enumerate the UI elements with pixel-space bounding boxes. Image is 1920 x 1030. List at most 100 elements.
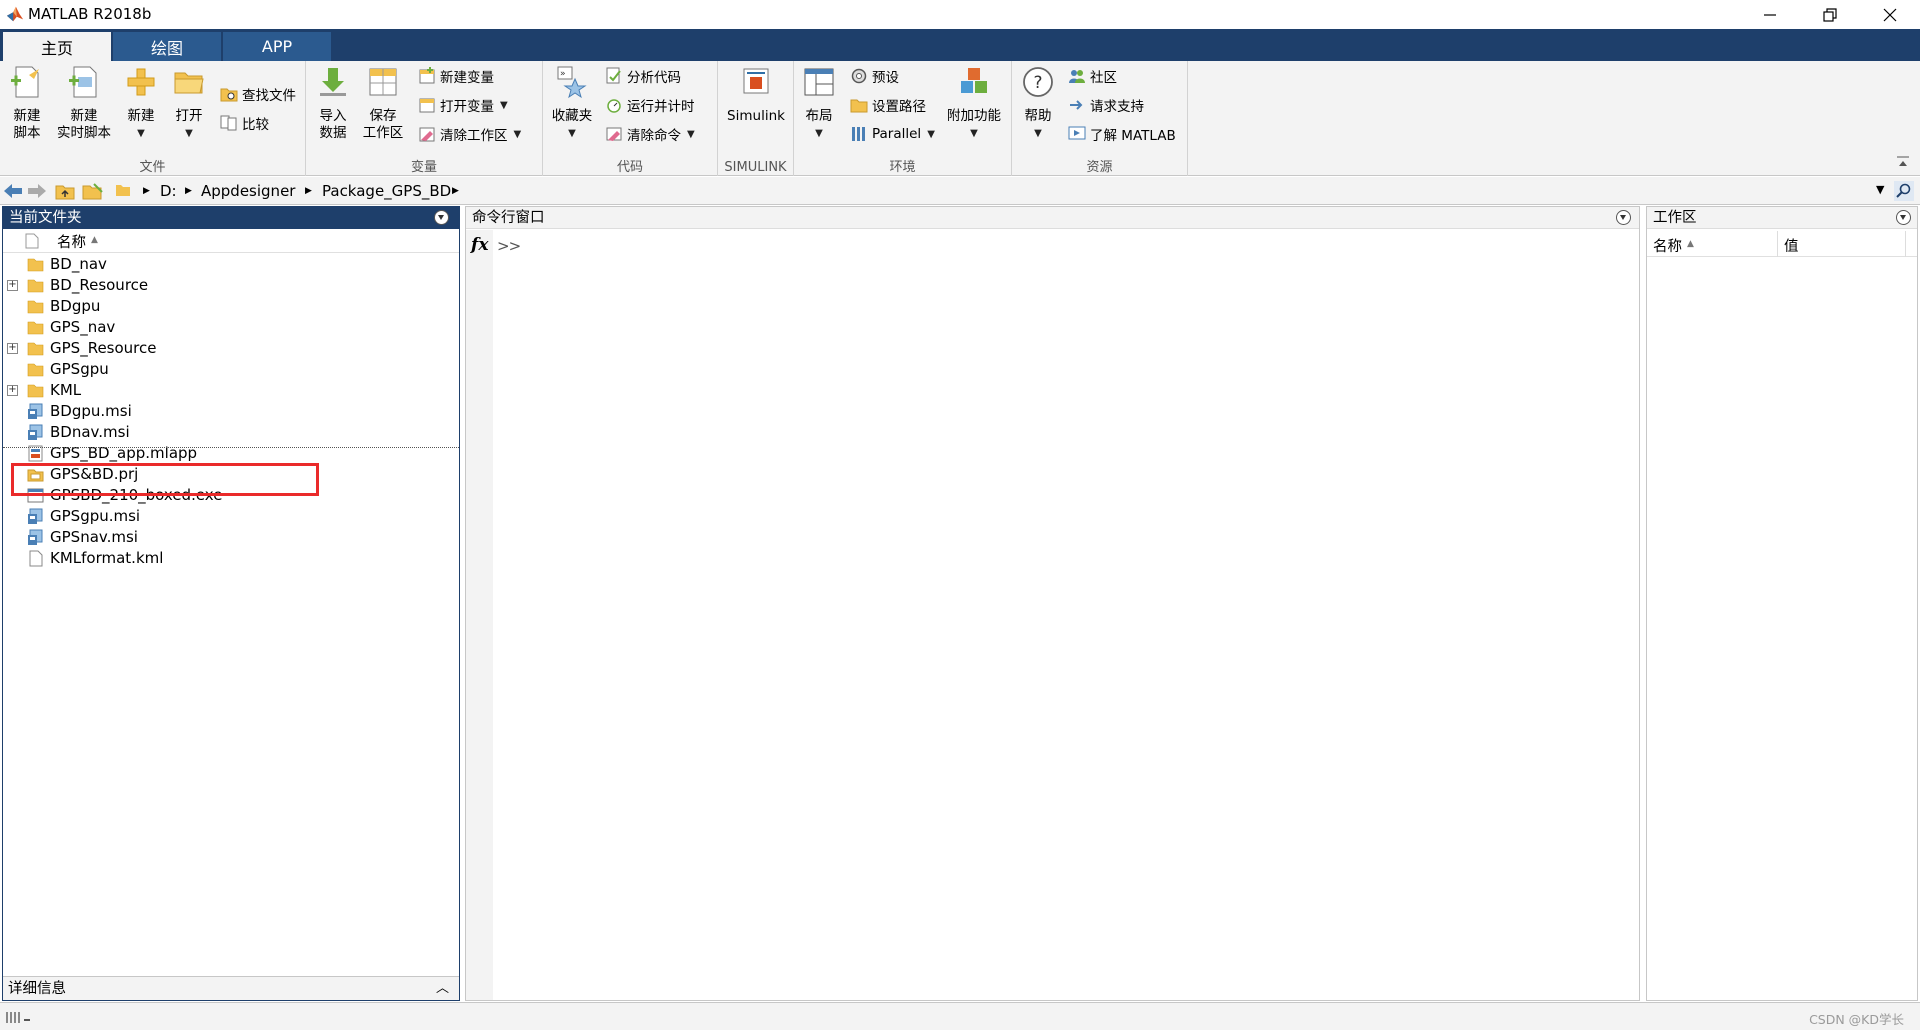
file-list-item[interactable]: + GPS_Resource [3,338,459,359]
file-list-item[interactable]: + BD_Resource [3,275,459,296]
tab-apps[interactable]: APP [223,32,331,61]
clear-commands-button[interactable]: 清除命令 ▼ [605,123,695,145]
minimize-button[interactable] [1740,0,1800,29]
clear-workspace-dropdown-icon[interactable]: ▼ [514,129,522,140]
parallel-button[interactable]: Parallel ▼ [850,123,935,145]
search-folder-icon[interactable] [1894,181,1914,201]
address-dropdown-icon[interactable]: ▼ [1876,183,1884,196]
ribbon-toolstrip: 新建 脚本 新建 实时脚本 新建 ▼ 打开 ▼ 查找文件 比较 文件 导入 数据… [0,61,1920,176]
new-live-script-icon [69,66,97,98]
expand-folder-icon[interactable]: + [7,343,18,354]
new-live-script-button[interactable]: 新建 实时脚本 [55,65,113,142]
new-button[interactable]: 新建 ▼ [120,65,162,142]
file-list-item[interactable]: GPSnav.msi [3,527,459,548]
clear-workspace-button[interactable]: 清除工作区 ▼ [418,123,521,145]
svg-text:?: ? [1033,73,1042,93]
file-list-item[interactable]: GPS_nav [3,317,459,338]
sort-ascending-icon[interactable]: ▲ [1687,239,1694,249]
new-script-label: 新建 脚本 [13,108,41,141]
breadcrumb-drive[interactable]: D: [160,182,177,200]
parallel-dropdown-icon[interactable]: ▼ [927,129,935,140]
analyze-code-button[interactable]: 分析代码 [605,65,681,87]
run-and-time-button[interactable]: 运行并计时 [605,94,695,116]
file-list-item[interactable]: BDgpu [3,296,459,317]
clear-commands-dropdown-icon[interactable]: ▼ [687,129,695,140]
close-button[interactable] [1860,0,1920,29]
help-button[interactable]: ? 帮助 ▼ [1018,65,1058,142]
save-workspace-button[interactable]: 保存 工作区 [360,65,406,142]
file-list-item[interactable]: KMLformat.kml [3,548,459,569]
forward-arrow-icon[interactable] [27,182,47,200]
expand-details-icon[interactable]: ︿ [436,977,449,1001]
new-variable-button[interactable]: 新建变量 [418,65,494,87]
restore-button[interactable] [1800,0,1860,29]
command-input-area[interactable] [516,233,1616,993]
window-title: MATLAB R2018b [28,5,152,23]
panel-actions-dropdown-icon[interactable] [434,210,449,225]
column-name-header[interactable]: 名称 [57,231,86,252]
title-bar: MATLAB R2018b [0,0,1920,29]
collapse-ribbon-icon[interactable] [1896,155,1910,169]
up-folder-icon[interactable] [55,181,75,201]
open-variable-button[interactable]: 打开变量 ▼ [418,94,508,116]
workspace-column-name[interactable]: 名称 [1653,235,1682,256]
folder-file-icon [27,382,44,399]
open-button[interactable]: 打开 ▼ [168,65,210,142]
help-question-icon: ? [1023,67,1053,97]
tab-plots[interactable]: 绘图 [113,32,221,61]
function-browser-icon[interactable]: fx [471,235,488,255]
file-list-item[interactable]: GPSgpu.msi [3,506,459,527]
new-script-button[interactable]: 新建 脚本 [6,65,48,142]
expand-folder-icon[interactable]: + [7,280,18,291]
file-list-item[interactable]: BD_nav [3,254,459,275]
sort-ascending-icon[interactable]: ▲ [91,235,98,245]
help-dropdown-icon[interactable]: ▼ [1018,125,1058,142]
set-path-icon [850,99,868,113]
tab-home[interactable]: 主页 [3,32,111,61]
file-list-item[interactable]: GPS&BD.prj [3,464,459,485]
addons-dropdown-icon[interactable]: ▼ [944,125,1004,142]
new-dropdown-icon[interactable]: ▼ [120,125,162,142]
browse-folder-icon[interactable] [82,181,104,201]
file-list-item[interactable]: GPSBD_210_boxed.exe [3,485,459,506]
file-list-item[interactable]: BDnav.msi [3,422,459,443]
details-bar[interactable]: 详细信息 ︿ [3,976,459,1000]
layout-dropdown-icon[interactable]: ▼ [798,125,840,142]
preferences-button[interactable]: 预设 [850,65,899,87]
favorites-label: 收藏夹 [551,108,593,124]
command-window-title: 命令行窗口 [466,207,1639,229]
panel-actions-dropdown-icon[interactable] [1616,210,1631,225]
set-path-button[interactable]: 设置路径 [850,94,926,116]
find-files-button[interactable]: 查找文件 [220,83,296,105]
environment-section: 布局 ▼ 预设 设置路径 Parallel ▼ 附加功能 ▼ 环境 [794,61,1012,176]
file-list-item[interactable]: + KML [3,380,459,401]
expand-folder-icon[interactable]: + [7,385,18,396]
status-grip-icon[interactable] [5,1010,33,1024]
workspace-header: 名称 ▲ 值 [1647,231,1917,257]
back-arrow-icon[interactable] [3,182,23,200]
prj-file-icon [27,466,44,483]
file-list-item[interactable]: BDgpu.msi [3,401,459,422]
panel-actions-dropdown-icon[interactable] [1896,210,1911,225]
favorites-button[interactable]: » 收藏夹 ▼ [549,65,595,142]
breadcrumb-package[interactable]: Package_GPS_BD [322,182,451,200]
code-section-label: 代码 [616,160,643,175]
request-support-button[interactable]: 请求支持 [1068,94,1144,116]
help-label: 帮助 [1024,108,1052,124]
breadcrumb-appdesigner[interactable]: Appdesigner [201,182,295,200]
simulink-button[interactable]: Simulink [722,65,790,125]
import-data-button[interactable]: 导入 数据 [312,65,354,142]
addons-button[interactable]: 附加功能 ▼ [944,65,1004,142]
column-divider[interactable] [1905,231,1906,257]
workspace-column-value[interactable]: 值 [1784,235,1799,256]
layout-button[interactable]: 布局 ▼ [798,65,840,142]
community-button[interactable]: 社区 [1068,65,1117,87]
open-variable-dropdown-icon[interactable]: ▼ [500,100,508,111]
learn-matlab-button[interactable]: 了解 MATLAB [1068,123,1176,145]
compare-button[interactable]: 比较 [220,112,269,134]
open-dropdown-icon[interactable]: ▼ [168,125,210,142]
column-divider[interactable] [1777,231,1778,257]
file-list-item[interactable]: GPSgpu [3,359,459,380]
file-name: BD_Resource [50,276,149,294]
favorites-dropdown-icon[interactable]: ▼ [549,125,595,142]
